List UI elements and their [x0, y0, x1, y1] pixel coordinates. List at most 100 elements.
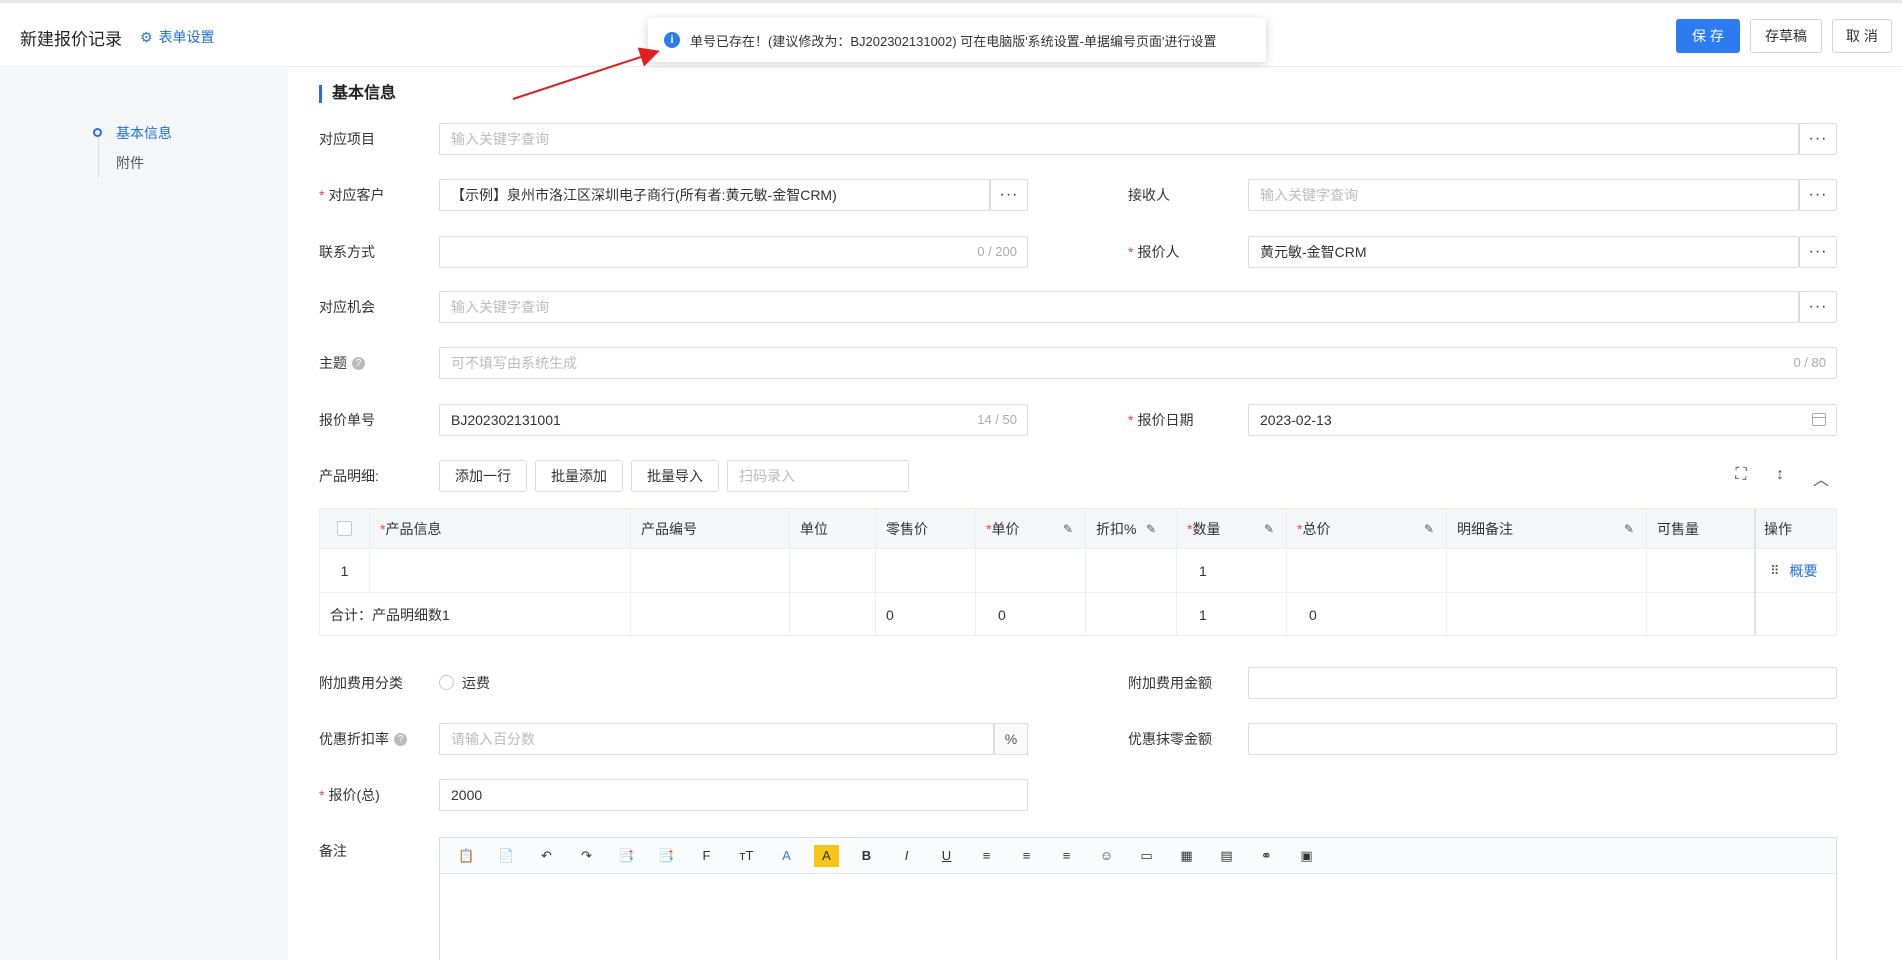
duplicate-number-toast: i 单号已存在！(建议修改为：BJ202302131002) 可在电脑版'系统设…: [648, 18, 1266, 62]
opportunity-input[interactable]: 输入关键字查询: [439, 291, 1799, 323]
header-available-qty: 可售量: [1657, 520, 1699, 537]
copy-format-icon[interactable]: 📑: [614, 845, 639, 867]
edit-pen-icon[interactable]: ✎: [1264, 522, 1274, 536]
clear-format-icon[interactable]: 📑: [654, 845, 679, 867]
table-header-row: * 产品信息 产品编号 单位 零售价 * 单价 ✎ 折扣% ✎ * 数量 ✎ * 总价 ✎ 明细…: [320, 509, 1836, 549]
section-title: 基本信息: [319, 85, 396, 103]
quoter-picker-button[interactable]: ···: [1799, 236, 1837, 268]
customer-label: * 对应客户: [319, 187, 385, 203]
extra-fee-amount-input[interactable]: [1248, 667, 1837, 699]
subject-input[interactable]: 可不填写由系统生成 0 / 80: [439, 347, 1837, 379]
nav-item-basic-info[interactable]: 基本信息: [93, 118, 172, 148]
header-operation: 操作: [1756, 509, 1836, 549]
italic-icon[interactable]: I: [894, 845, 919, 867]
quantity-cell[interactable]: 1: [1177, 549, 1287, 592]
paste-text-icon[interactable]: 📄: [494, 845, 519, 867]
info-icon: i: [664, 32, 680, 48]
font-size-icon[interactable]: тT: [734, 845, 759, 867]
form-settings-label: 表单设置: [158, 29, 215, 45]
batch-add-button[interactable]: 批量添加: [535, 460, 623, 492]
align-left-icon[interactable]: ≡: [974, 845, 999, 867]
special-char-icon[interactable]: ▣: [1294, 845, 1319, 867]
table-icon[interactable]: ▦: [1174, 845, 1199, 867]
underline-icon[interactable]: U: [934, 845, 959, 867]
save-button[interactable]: 保 存: [1676, 19, 1740, 53]
project-input[interactable]: 输入关键字查询: [439, 123, 1799, 155]
paste-icon[interactable]: 📋: [454, 845, 479, 867]
form-settings-link[interactable]: ⚙ 表单设置: [140, 27, 215, 47]
summary-total: 0: [1287, 593, 1447, 636]
scan-input[interactable]: 扫码录入: [727, 460, 909, 492]
undo-icon[interactable]: ↶: [534, 845, 559, 867]
opportunity-picker-button[interactable]: ···: [1799, 291, 1837, 323]
fullscreen-icon[interactable]: ⛶: [1731, 466, 1751, 484]
subject-placeholder: 可不填写由系统生成: [451, 355, 577, 371]
resize-height-icon[interactable]: ↕: [1770, 466, 1790, 484]
cancel-button[interactable]: 取 消: [1832, 19, 1892, 53]
redo-icon[interactable]: ↷: [574, 845, 599, 867]
discount-rate-input[interactable]: 请输入百分数: [439, 723, 994, 755]
receiver-picker-button[interactable]: ···: [1799, 179, 1837, 211]
discount-cell[interactable]: [1086, 549, 1177, 592]
remark-label: 备注: [319, 843, 347, 859]
edit-pen-icon[interactable]: ✎: [1624, 522, 1634, 536]
receiver-input[interactable]: 输入关键字查询: [1248, 179, 1799, 211]
align-right-icon[interactable]: ≡: [1054, 845, 1079, 867]
percent-suffix: %: [994, 723, 1028, 755]
quote-date-input[interactable]: 2023-02-13: [1248, 404, 1837, 436]
edit-pen-icon[interactable]: ✎: [1424, 522, 1434, 536]
subject-char-count: 0 / 80: [1793, 355, 1826, 370]
bold-icon[interactable]: B: [854, 845, 879, 867]
product-info-cell[interactable]: [370, 549, 631, 592]
nav-item-attachments[interactable]: 附件: [96, 148, 172, 178]
quoter-input[interactable]: 黄元敏-金智CRM: [1248, 236, 1799, 268]
operation-column: 操作 ⠿ 概要: [1754, 509, 1836, 635]
quote-number-input[interactable]: BJ202302131001 14 / 50: [439, 404, 1028, 436]
add-row-button[interactable]: 添加一行: [439, 460, 527, 492]
header-unit-price: * 单价 ✎: [976, 509, 1086, 548]
save-draft-button[interactable]: 存草稿: [1750, 19, 1822, 53]
font-family-icon[interactable]: F: [694, 845, 719, 867]
summary-link[interactable]: 概要: [1790, 561, 1818, 581]
customer-picker-button[interactable]: ···: [990, 179, 1028, 211]
batch-import-button[interactable]: 批量导入: [631, 460, 719, 492]
summary-quantity: 1: [1177, 593, 1287, 636]
emoji-icon[interactable]: ☺: [1094, 845, 1119, 867]
unit-price-cell[interactable]: [976, 549, 1086, 592]
header-quantity: * 数量 ✎: [1177, 509, 1287, 548]
customer-input[interactable]: 【示例】泉州市洛江区深圳电子商行(所有者:黄元敏-金智CRM): [439, 179, 990, 211]
round-off-input[interactable]: [1248, 723, 1837, 755]
link-icon[interactable]: ⚭: [1254, 845, 1279, 867]
summary-empty: [1447, 593, 1647, 636]
image-icon[interactable]: ▤: [1214, 845, 1239, 867]
products-label: 产品明细:: [319, 468, 379, 484]
project-picker-button[interactable]: ···: [1799, 123, 1837, 155]
nav-item-label: 附件: [116, 155, 144, 171]
horizontal-rule-icon[interactable]: ▭: [1134, 845, 1159, 867]
edit-pen-icon[interactable]: ✎: [1146, 522, 1156, 536]
help-icon: ?: [352, 356, 365, 370]
receiver-label: 接收人: [1128, 187, 1170, 203]
drag-handle-icon[interactable]: ⠿: [1770, 563, 1780, 579]
unit-cell: [790, 549, 876, 592]
collapse-chevron-up-icon[interactable]: ︿: [1811, 466, 1831, 490]
discount-rate-label: 优惠折扣率?: [319, 723, 407, 755]
total-quote-input[interactable]: 2000: [439, 779, 1028, 811]
available-qty-cell: [1647, 549, 1754, 592]
remark-rich-editor[interactable]: 📋 📄 ↶ ↷ 📑 📑 FтT A A B I U ≡ ≡ ≡ ☺ ▭ ▦ ▤ ⚭ ▣: [439, 837, 1837, 960]
highlight-color-icon[interactable]: A: [814, 844, 839, 867]
freight-radio[interactable]: [439, 675, 454, 690]
operation-cell: ⠿ 概要: [1756, 549, 1836, 593]
total-quote-label: * 报价(总): [319, 787, 380, 803]
project-label: 对应项目: [319, 131, 375, 147]
total-price-cell[interactable]: [1287, 549, 1447, 592]
summary-label: 合计：产品明细数1: [320, 593, 631, 636]
font-color-icon[interactable]: A: [774, 845, 799, 867]
quote-date-value: 2023-02-13: [1260, 412, 1332, 428]
line-note-cell[interactable]: [1447, 549, 1647, 592]
table-row: 1 1: [320, 549, 1836, 593]
edit-pen-icon[interactable]: ✎: [1063, 522, 1073, 536]
align-center-icon[interactable]: ≡: [1014, 845, 1039, 867]
contact-input[interactable]: 0 / 200: [439, 236, 1028, 268]
select-all-checkbox[interactable]: [337, 521, 352, 536]
